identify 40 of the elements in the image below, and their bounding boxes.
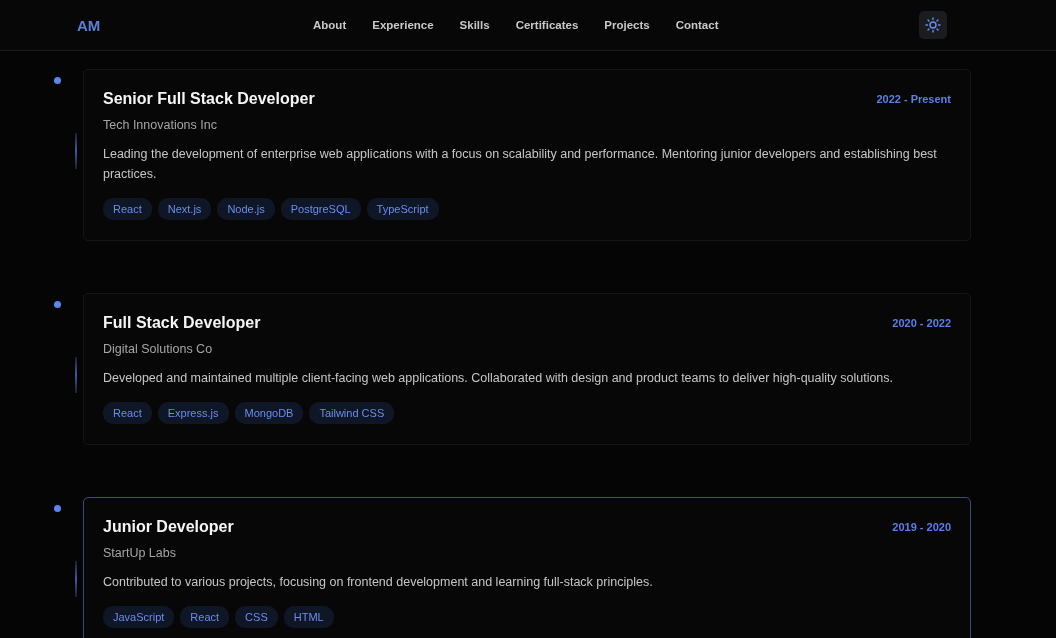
timeline-dot	[54, 301, 61, 308]
skill-tag: React	[103, 402, 152, 424]
skill-tag: Next.js	[157, 198, 212, 220]
skill-tag: Express.js	[157, 402, 229, 424]
timeline-dot	[54, 77, 61, 84]
job-title: Junior Developer	[103, 518, 234, 536]
skill-tag: Node.js	[217, 198, 275, 220]
nav-link[interactable]: Contact	[675, 19, 719, 31]
skill-tag: Tailwind CSS	[309, 402, 395, 424]
theme-toggle-button[interactable]	[919, 11, 947, 39]
job-period: 2022 - Present	[876, 93, 951, 105]
job-description: Leading the development of enterprise web applications with a focus on scalability and performance. Mentoring junior developers and establishing best practices.	[103, 146, 938, 183]
skill-tag: React	[180, 606, 230, 628]
skill-tag: HTML	[283, 606, 334, 628]
job-title: Full Stack Developer	[103, 314, 261, 332]
nav-link[interactable]: Skills	[459, 19, 490, 31]
skill-tag: TypeScript	[366, 198, 439, 220]
job-description: Contributed to various projects, focusing on frontend development and learning full-stack principles.	[103, 574, 654, 591]
timeline-line	[75, 133, 77, 169]
nav-link[interactable]: Experience	[372, 19, 434, 31]
skill-tag: PostgreSQL	[280, 198, 361, 220]
skill-tag: MongoDB	[234, 402, 304, 424]
skill-tag: CSS	[235, 606, 278, 628]
job-period: 2019 - 2020	[892, 521, 951, 533]
nav-link[interactable]: Certificates	[515, 19, 579, 31]
company-name: Digital Solutions Co	[103, 342, 214, 356]
timeline-dot	[54, 505, 61, 512]
skill-tag: JavaScript	[103, 606, 175, 628]
job-description: Developed and maintained multiple client-facing web applications. Collaborated with design and product teams to deliver high-quality solutions.	[103, 370, 895, 387]
company-name: StartUp Labs	[103, 546, 177, 560]
company-name: Tech Innovations Inc	[103, 118, 218, 132]
nav-link[interactable]: Projects	[604, 19, 650, 31]
timeline-line	[75, 561, 77, 597]
skill-tag: React	[103, 198, 152, 220]
job-period: 2020 - 2022	[892, 317, 951, 329]
sun-icon	[925, 17, 941, 33]
nav-link[interactable]: About	[313, 19, 347, 31]
logo[interactable]: AM	[77, 16, 313, 34]
job-title: Senior Full Stack Developer	[103, 90, 315, 108]
timeline-line	[75, 357, 77, 393]
